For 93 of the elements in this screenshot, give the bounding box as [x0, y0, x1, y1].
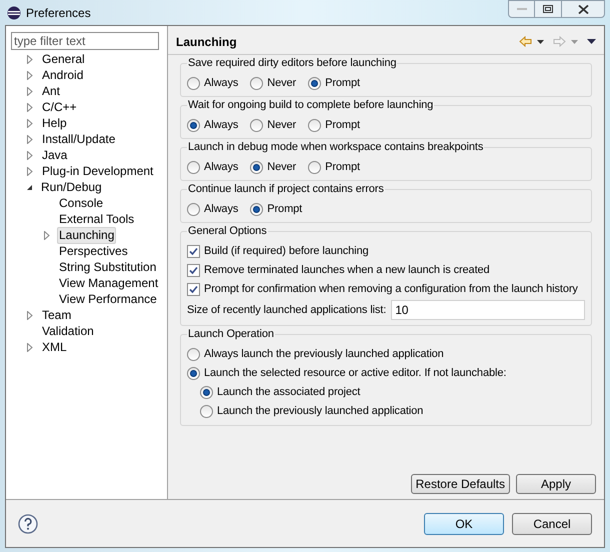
- radio-label: Always: [204, 202, 238, 217]
- minimize-icon: [516, 8, 526, 10]
- radio-label: Launch the selected resource or active editor. If not launchable:: [204, 366, 506, 382]
- radio-label: Launch the associated project: [217, 385, 360, 400]
- radio-button[interactable]: [250, 160, 264, 174]
- page-title: Launching: [176, 34, 237, 50]
- radio-button[interactable]: [200, 386, 213, 399]
- tree-item[interactable]: View Performance: [57, 290, 159, 308]
- restore-defaults-button[interactable]: Restore Defaults: [410, 474, 510, 494]
- tree-item[interactable]: Perspectives: [57, 242, 130, 260]
- tree-item[interactable]: Help: [40, 114, 69, 132]
- group-title: Wait for ongoing build to complete before launching: [187, 97, 434, 113]
- menu-caret-icon[interactable]: [587, 39, 596, 44]
- radio-button[interactable]: [187, 118, 200, 132]
- tree-item[interactable]: View Management: [57, 274, 160, 292]
- expand-icon[interactable]: [27, 342, 33, 352]
- radio-button[interactable]: [308, 118, 322, 132]
- group-title: Save required dirty editors before launching: [187, 55, 398, 71]
- checkbox[interactable]: [187, 283, 200, 296]
- radio-label: Prompt: [267, 202, 302, 217]
- radio-label: Always: [204, 160, 238, 175]
- tree-item[interactable]: External Tools: [57, 210, 136, 228]
- checkbox[interactable]: [187, 245, 200, 258]
- radio-label: Always: [204, 118, 238, 133]
- tree-item[interactable]: Plug-in Development: [40, 162, 156, 180]
- window-title: Preferences: [26, 4, 91, 22]
- tree-item[interactable]: General: [40, 50, 87, 68]
- radio-label: Always launch the previously launched application: [204, 347, 444, 362]
- radio-button[interactable]: [200, 405, 213, 418]
- tree-item[interactable]: Console: [57, 194, 106, 212]
- tree-item[interactable]: XML: [40, 338, 69, 356]
- expand-icon[interactable]: [27, 310, 33, 320]
- radio-button[interactable]: [187, 348, 200, 361]
- radio-button[interactable]: [250, 202, 264, 216]
- checkbox[interactable]: [187, 264, 200, 277]
- radio-label: Prompt: [325, 118, 360, 133]
- radio-label: Always: [204, 76, 238, 91]
- collapse-icon[interactable]: [26, 184, 33, 190]
- history-size-field[interactable]: 10: [391, 300, 585, 320]
- radio-label: Never: [267, 76, 296, 91]
- filter-field[interactable]: type filter text: [11, 32, 159, 50]
- app-logo-icon: [7, 6, 21, 20]
- maximize-button[interactable]: [535, 0, 561, 18]
- dialog-button[interactable]: Cancel: [512, 512, 592, 534]
- expand-icon[interactable]: [27, 118, 33, 128]
- tree-item[interactable]: String Substitution: [57, 258, 158, 276]
- expand-icon[interactable]: [44, 230, 50, 240]
- expand-icon[interactable]: [27, 150, 33, 160]
- expand-icon[interactable]: [27, 70, 33, 80]
- group-title: Launch Operation: [187, 326, 275, 342]
- close-icon: [578, 4, 588, 14]
- radio-button[interactable]: [187, 367, 200, 380]
- radio-label: Prompt: [325, 76, 360, 91]
- back-arrow-icon[interactable]: [519, 36, 532, 47]
- radio-button[interactable]: [250, 76, 264, 90]
- tree-item[interactable]: Android: [40, 66, 86, 84]
- help-icon[interactable]: [18, 514, 38, 534]
- checkbox-label: Remove terminated launches when a new launch is created: [204, 263, 490, 278]
- radio-button[interactable]: [250, 118, 264, 132]
- tree-item[interactable]: Validation: [40, 322, 96, 340]
- field-label: Size of recently launched applications list:: [187, 302, 386, 318]
- ok-button[interactable]: OK: [424, 512, 504, 534]
- group-title: Launch in debug mode when workspace contains breakpoints: [187, 139, 484, 155]
- tree-item[interactable]: Run/Debug: [39, 178, 104, 196]
- expand-icon[interactable]: [27, 166, 33, 176]
- tree-item[interactable]: C/C++: [40, 98, 79, 116]
- radio-button[interactable]: [187, 202, 200, 216]
- checkbox-label: Build (if required) before launching: [204, 244, 369, 260]
- expand-icon[interactable]: [27, 86, 33, 96]
- radio-label: Never: [267, 118, 296, 133]
- tree-item[interactable]: Install/Update: [40, 130, 118, 148]
- expand-icon[interactable]: [27, 102, 33, 112]
- radio-button[interactable]: [187, 76, 200, 90]
- tree-item[interactable]: Ant: [40, 82, 62, 100]
- maximize-icon: [543, 5, 553, 13]
- group-title: General Options: [187, 223, 268, 239]
- expand-icon[interactable]: [27, 134, 33, 144]
- radio-button[interactable]: [308, 76, 322, 90]
- apply-button[interactable]: Apply: [516, 474, 596, 494]
- tree-item[interactable]: Team: [40, 306, 74, 324]
- checkbox-label: Prompt for confirmation when removing a configuration from the launch history: [204, 282, 578, 298]
- radio-button[interactable]: [308, 160, 322, 174]
- radio-label: Prompt: [325, 160, 360, 175]
- tree-item[interactable]: Launching: [57, 226, 116, 244]
- expand-icon[interactable]: [27, 54, 33, 64]
- radio-label: Never: [267, 160, 296, 175]
- radio-label: Launch the previously launched application: [217, 404, 424, 420]
- radio-button[interactable]: [187, 160, 200, 174]
- tree-item[interactable]: Java: [40, 146, 70, 164]
- caret-icon[interactable]: [537, 40, 544, 44]
- close-button[interactable]: [561, 0, 605, 18]
- forward-arrow-icon[interactable]: [553, 36, 566, 47]
- group-title: Continue launch if project contains errors: [187, 181, 385, 197]
